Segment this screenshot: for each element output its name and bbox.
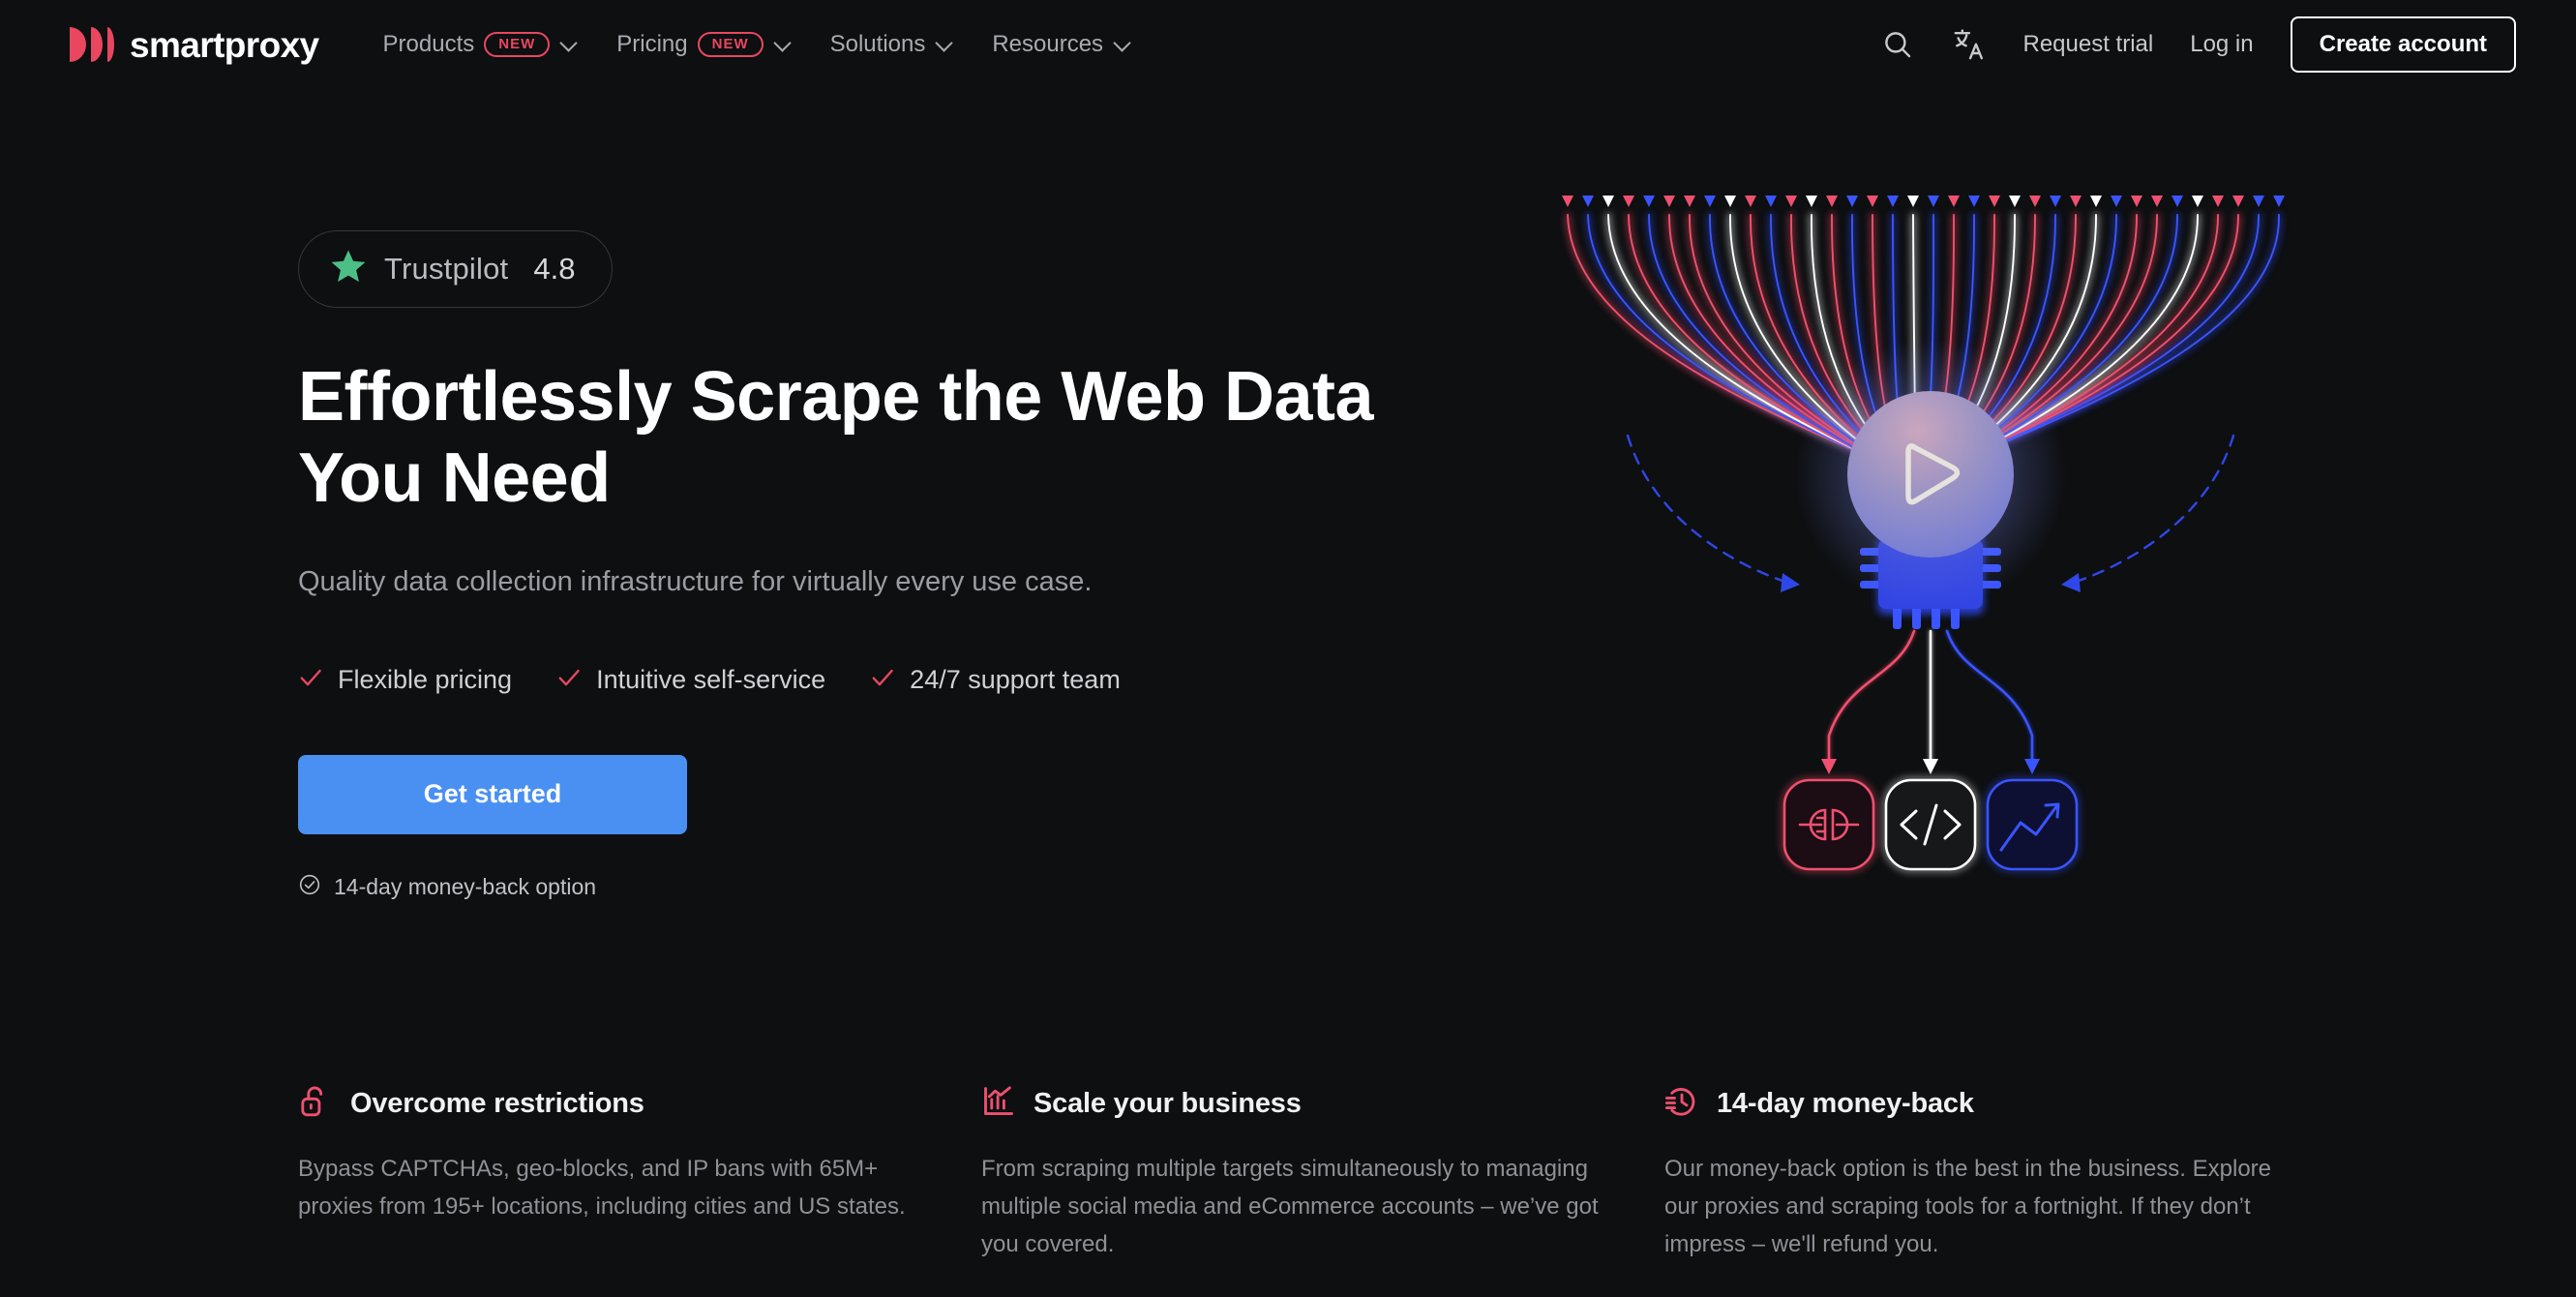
smartproxy-logo-icon [70, 27, 114, 62]
feature-description: Our money-back option is the best in the… [1664, 1156, 2271, 1257]
translate-icon[interactable] [1951, 27, 1986, 62]
chevron-down-icon [561, 36, 576, 50]
trustpilot-badge[interactable]: Trustpilot 4.8 [298, 230, 614, 308]
hero-feature-list: Flexible pricing Intuitive self-service … [298, 665, 1508, 695]
feature-card-scale-business: Scale your business From scraping multip… [981, 1084, 1664, 1264]
nav-item-label: Products [382, 31, 475, 57]
hero-feature-label: Flexible pricing [338, 664, 513, 694]
nav-item-label: Pricing [616, 31, 688, 57]
money-back-note: 14-day money-back option [298, 873, 1508, 901]
star-icon [330, 248, 367, 289]
hero-feature-label: Intuitive self-service [596, 664, 826, 694]
hero-feature-label: 24/7 support team [910, 664, 1121, 694]
feature-columns: Overcome restrictions Bypass CAPTCHAs, g… [298, 1084, 2350, 1264]
log-in-link[interactable]: Log in [2190, 31, 2253, 58]
nav-badge-new: NEW [484, 32, 551, 57]
feature-header: Overcome restrictions [298, 1084, 927, 1124]
feature-card-overcome-restrictions: Overcome restrictions Bypass CAPTCHAs, g… [298, 1084, 981, 1264]
data-funnel-illustration [1558, 194, 2303, 910]
hero-content: Trustpilot 4.8 Effortlessly Scrape the W… [298, 230, 1508, 901]
check-icon [556, 665, 582, 695]
check-circle-icon [298, 873, 321, 901]
unlock-icon [298, 1084, 333, 1124]
feature-header: Scale your business [981, 1084, 1610, 1124]
hero-feature-item: 24/7 support team [870, 665, 1121, 695]
money-back-clock-icon [1664, 1084, 1699, 1124]
chevron-down-icon [937, 36, 951, 50]
play-sphere-icon [1795, 339, 2066, 610]
feature-title: Scale your business [1033, 1088, 1302, 1119]
trend-up-icon [1985, 777, 2080, 872]
trustpilot-score: 4.8 [533, 251, 576, 286]
feature-header: 14-day money-back [1664, 1084, 2293, 1124]
nav-item-solutions[interactable]: Solutions [830, 31, 952, 58]
feature-card-money-back: 14-day money-back Our money-back option … [1664, 1084, 2348, 1264]
brand-logo[interactable]: smartproxy [70, 27, 319, 63]
feature-description: Bypass CAPTCHAs, geo-blocks, and IP bans… [298, 1156, 906, 1220]
search-icon[interactable] [1881, 28, 1914, 61]
page-title: Effortlessly Scrape the Web Data You Nee… [298, 358, 1374, 518]
check-icon [298, 665, 323, 695]
brand-name: smartproxy [130, 24, 319, 65]
request-trial-link[interactable]: Request trial [2022, 31, 2153, 58]
feature-description: From scraping multiple targets simultane… [981, 1156, 1599, 1257]
top-navigation-bar: smartproxy Products NEW Pricing NEW Solu… [0, 0, 2576, 89]
create-account-button[interactable]: Create account [2290, 15, 2516, 74]
plug-connector-icon [1782, 777, 1876, 872]
page-root: smartproxy Products NEW Pricing NEW Solu… [0, 0, 2576, 1297]
trustpilot-label: Trustpilot [384, 251, 509, 286]
nav-item-label: Solutions [829, 31, 926, 57]
get-started-button[interactable]: Get started [298, 754, 687, 834]
hero-subtitle: Quality data collection infrastructure f… [298, 566, 1093, 598]
chevron-down-icon [775, 36, 790, 50]
feature-title: Overcome restrictions [350, 1088, 644, 1119]
nav-item-pricing[interactable]: Pricing NEW [616, 31, 789, 58]
chevron-down-icon [1115, 36, 1129, 50]
money-back-label: 14-day money-back option [334, 873, 597, 899]
hero-feature-item: Flexible pricing [298, 665, 512, 695]
bar-chart-icon [981, 1084, 1016, 1124]
nav-item-products[interactable]: Products NEW [383, 31, 577, 58]
check-icon [870, 665, 895, 695]
nav-item-resources[interactable]: Resources [992, 31, 1129, 58]
nav-left-group: smartproxy Products NEW Pricing NEW Solu… [0, 27, 1129, 63]
nav-badge-new: NEW [697, 32, 764, 57]
code-brackets-icon [1883, 777, 1978, 872]
hero-feature-item: Intuitive self-service [556, 665, 825, 695]
feature-title: 14-day money-back [1717, 1088, 1974, 1119]
nav-right-group: Request trial Log in Create account [1881, 15, 2516, 74]
nav-item-label: Resources [992, 31, 1104, 57]
nav-menu: Products NEW Pricing NEW Solutions Resou… [383, 31, 1130, 58]
